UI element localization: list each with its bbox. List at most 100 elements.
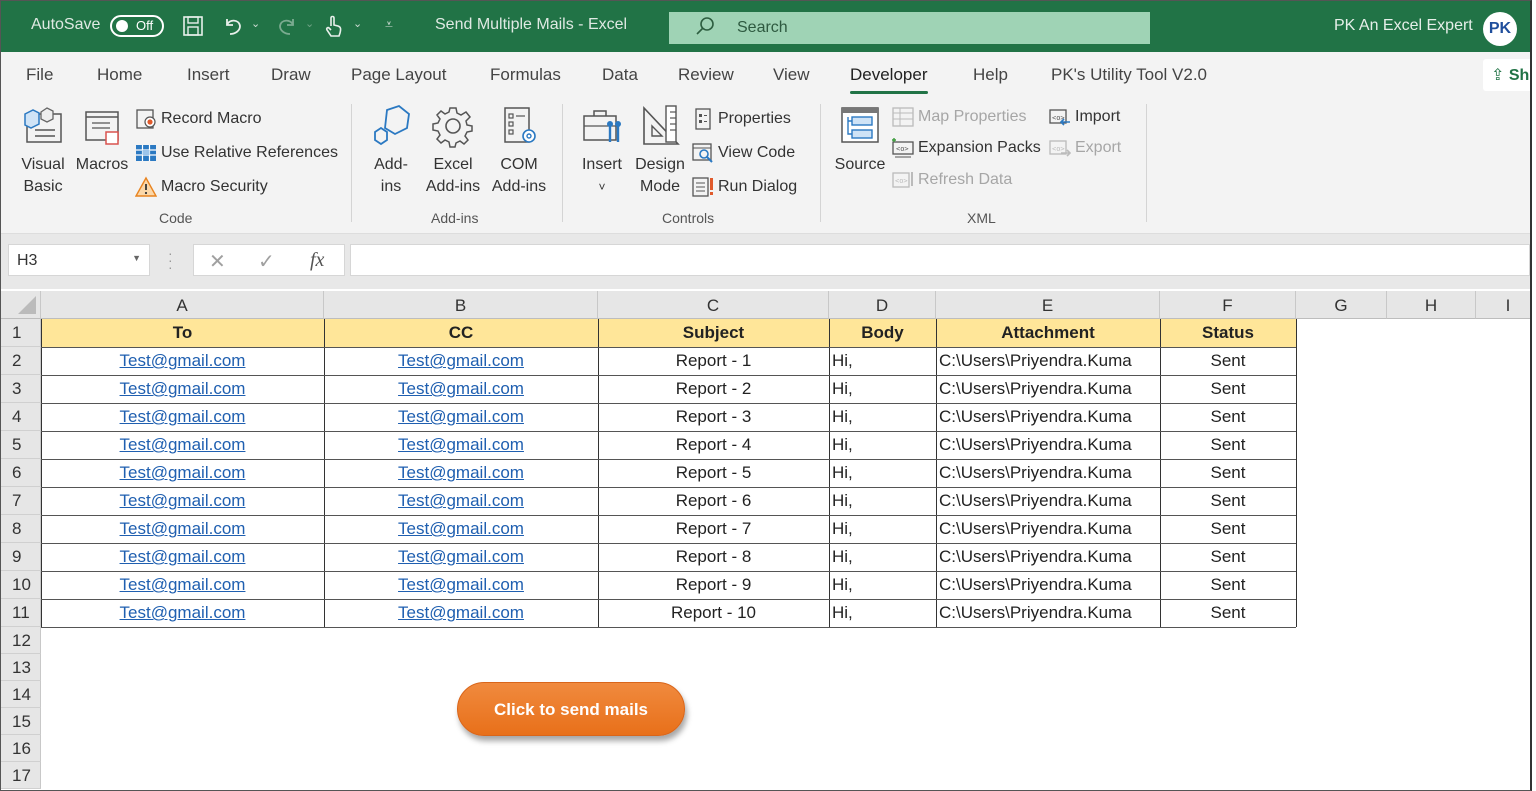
- table-cell[interactable]: Report - 9: [598, 571, 829, 599]
- table-cell[interactable]: Sent: [1160, 599, 1296, 627]
- cancel-formula-icon[interactable]: ✕: [209, 249, 226, 274]
- table-cell[interactable]: Test@gmail.com: [324, 543, 598, 571]
- row-header-16[interactable]: 16: [1, 735, 41, 762]
- row-header-8[interactable]: 8: [1, 515, 41, 543]
- table-cell[interactable]: Sent: [1160, 347, 1296, 375]
- row-header-5[interactable]: 5: [1, 431, 41, 459]
- table-cell[interactable]: Test@gmail.com: [324, 515, 598, 543]
- table-cell[interactable]: Test@gmail.com: [41, 375, 324, 403]
- table-cell[interactable]: Test@gmail.com: [41, 571, 324, 599]
- email-link[interactable]: Test@gmail.com: [398, 491, 524, 510]
- row-header-15[interactable]: 15: [1, 708, 41, 735]
- table-cell[interactable]: Sent: [1160, 543, 1296, 571]
- row-header-13[interactable]: 13: [1, 654, 41, 681]
- table-cell[interactable]: Hi,: [829, 515, 936, 543]
- row-header-4[interactable]: 4: [1, 403, 41, 431]
- column-header-d[interactable]: D: [829, 291, 936, 319]
- table-cell[interactable]: Hi,: [829, 571, 936, 599]
- undo-dropdown-icon[interactable]: ⌄: [251, 17, 260, 30]
- header-cell-to[interactable]: To: [41, 319, 324, 347]
- enter-formula-icon[interactable]: ✓: [258, 249, 275, 274]
- row-header-17[interactable]: 17: [1, 762, 41, 789]
- row-header-9[interactable]: 9: [1, 543, 41, 571]
- email-link[interactable]: Test@gmail.com: [120, 351, 246, 370]
- undo-icon[interactable]: [221, 14, 245, 44]
- column-header-h[interactable]: H: [1387, 291, 1476, 319]
- tab-developer[interactable]: Developer: [850, 65, 928, 94]
- table-cell[interactable]: Report - 7: [598, 515, 829, 543]
- column-header-c[interactable]: C: [598, 291, 829, 319]
- table-cell[interactable]: Report - 1: [598, 347, 829, 375]
- tab-formulas[interactable]: Formulas: [490, 65, 561, 85]
- redo-dropdown-icon[interactable]: ⌄: [305, 17, 314, 30]
- table-cell[interactable]: C:\Users\Priyendra.Kuma: [936, 403, 1160, 431]
- insert-control-button[interactable]: Insert ˅: [578, 104, 626, 198]
- table-cell[interactable]: Hi,: [829, 599, 936, 627]
- record-macro-button[interactable]: Record Macro: [135, 107, 261, 131]
- tab-file[interactable]: File: [26, 65, 53, 85]
- table-cell[interactable]: Report - 8: [598, 543, 829, 571]
- table-cell[interactable]: Test@gmail.com: [324, 459, 598, 487]
- properties-button[interactable]: Properties: [692, 107, 791, 131]
- table-cell[interactable]: Hi,: [829, 431, 936, 459]
- header-cell-subject[interactable]: Subject: [598, 319, 829, 347]
- email-link[interactable]: Test@gmail.com: [398, 603, 524, 622]
- email-link[interactable]: Test@gmail.com: [120, 519, 246, 538]
- table-cell[interactable]: C:\Users\Priyendra.Kuma: [936, 487, 1160, 515]
- row-header-6[interactable]: 6: [1, 459, 41, 487]
- header-cell-status[interactable]: Status: [1160, 319, 1296, 347]
- formula-bar-resize-handle[interactable]: · · ·: [168, 246, 173, 274]
- table-cell[interactable]: Sent: [1160, 431, 1296, 459]
- email-link[interactable]: Test@gmail.com: [120, 407, 246, 426]
- table-cell[interactable]: Report - 2: [598, 375, 829, 403]
- use-relative-references-button[interactable]: Use Relative References: [135, 141, 338, 165]
- table-cell[interactable]: Sent: [1160, 487, 1296, 515]
- table-cell[interactable]: Test@gmail.com: [324, 571, 598, 599]
- column-header-b[interactable]: B: [324, 291, 598, 319]
- share-button[interactable]: ⇪ Sh: [1483, 59, 1530, 91]
- table-cell[interactable]: Report - 5: [598, 459, 829, 487]
- table-cell[interactable]: Test@gmail.com: [41, 459, 324, 487]
- row-header-2[interactable]: 2: [1, 347, 41, 375]
- email-link[interactable]: Test@gmail.com: [120, 379, 246, 398]
- email-link[interactable]: Test@gmail.com: [120, 575, 246, 594]
- view-code-button[interactable]: View Code: [692, 141, 795, 165]
- table-cell[interactable]: Test@gmail.com: [324, 375, 598, 403]
- tab-insert[interactable]: Insert: [187, 65, 230, 85]
- insert-function-icon[interactable]: fx: [310, 249, 324, 272]
- row-header-12[interactable]: 12: [1, 627, 41, 654]
- email-link[interactable]: Test@gmail.com: [120, 491, 246, 510]
- design-mode-button[interactable]: Design Mode: [632, 104, 688, 198]
- xml-export-button[interactable]: <o> Export: [1049, 136, 1121, 160]
- table-cell[interactable]: Sent: [1160, 515, 1296, 543]
- table-cell[interactable]: Test@gmail.com: [41, 487, 324, 515]
- row-header-14[interactable]: 14: [1, 681, 41, 708]
- visual-basic-button[interactable]: Visual Basic: [17, 104, 69, 198]
- avatar[interactable]: PK: [1483, 12, 1517, 46]
- xml-import-button[interactable]: <o> Import: [1049, 105, 1120, 129]
- name-box-dropdown-icon[interactable]: ▼: [132, 253, 141, 263]
- add-ins-button[interactable]: Add- ins: [365, 104, 417, 198]
- table-cell[interactable]: Hi,: [829, 543, 936, 571]
- email-link[interactable]: Test@gmail.com: [398, 547, 524, 566]
- select-all-button[interactable]: [1, 291, 41, 319]
- autosave-toggle[interactable]: Off: [110, 15, 164, 37]
- table-cell[interactable]: C:\Users\Priyendra.Kuma: [936, 459, 1160, 487]
- name-box[interactable]: H3 ▼: [8, 244, 150, 276]
- refresh-data-button[interactable]: <o> Refresh Data: [892, 168, 1012, 192]
- xml-source-button[interactable]: Source: [832, 104, 888, 176]
- row-header-3[interactable]: 3: [1, 375, 41, 403]
- touch-dropdown-icon[interactable]: ⌄: [353, 17, 362, 30]
- table-cell[interactable]: C:\Users\Priyendra.Kuma: [936, 599, 1160, 627]
- table-cell[interactable]: C:\Users\Priyendra.Kuma: [936, 431, 1160, 459]
- column-header-i[interactable]: I: [1476, 291, 1530, 319]
- email-link[interactable]: Test@gmail.com: [398, 435, 524, 454]
- table-cell[interactable]: Test@gmail.com: [41, 599, 324, 627]
- table-cell[interactable]: C:\Users\Priyendra.Kuma: [936, 543, 1160, 571]
- tab-pk-utility-tool[interactable]: PK's Utility Tool V2.0: [1051, 65, 1207, 85]
- tab-draw[interactable]: Draw: [271, 65, 311, 85]
- table-cell[interactable]: C:\Users\Priyendra.Kuma: [936, 375, 1160, 403]
- column-header-a[interactable]: A: [41, 291, 324, 319]
- table-cell[interactable]: Test@gmail.com: [324, 403, 598, 431]
- header-cell-attachment[interactable]: Attachment: [936, 319, 1160, 347]
